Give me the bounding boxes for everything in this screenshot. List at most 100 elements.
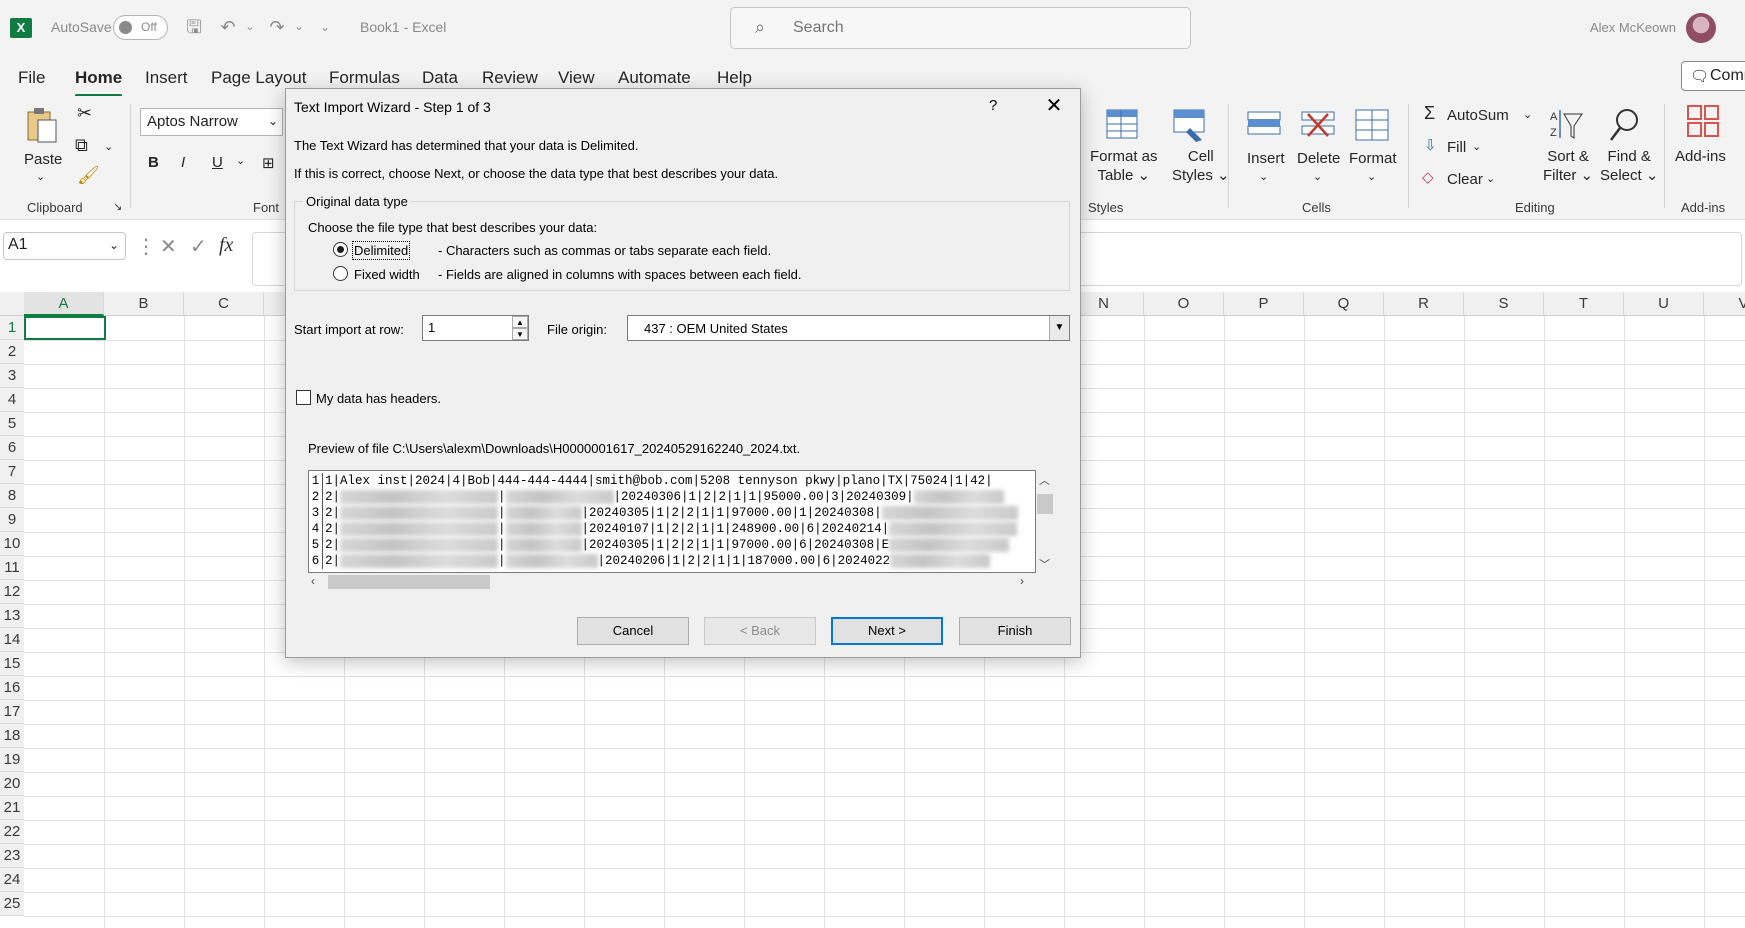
chevron-right-icon[interactable]: › — [1020, 574, 1024, 588]
column-header-v[interactable]: V — [1704, 292, 1745, 316]
format-dropdown-icon[interactable]: ⌄ — [1367, 168, 1376, 187]
scrollbar-thumb[interactable] — [1037, 494, 1053, 514]
bold-button[interactable]: B — [148, 154, 159, 171]
eraser-icon[interactable]: ◇ — [1422, 168, 1434, 187]
row-header-21[interactable]: 21 — [0, 796, 24, 820]
column-header-u[interactable]: U — [1624, 292, 1704, 316]
spin-down-icon[interactable]: ▼ — [512, 328, 528, 340]
add-ins-icon[interactable] — [1686, 104, 1722, 142]
italic-button[interactable]: I — [181, 154, 185, 171]
underline-button[interactable]: U — [212, 154, 223, 171]
row-header-15[interactable]: 15 — [0, 652, 24, 676]
confirm-entry-icon[interactable]: ✓ — [190, 234, 207, 259]
tab-help[interactable]: Help — [717, 68, 752, 88]
clear-dropdown-icon[interactable]: ⌄ — [1486, 170, 1495, 189]
tab-home[interactable]: Home — [75, 68, 123, 97]
cancel-button[interactable]: Cancel — [577, 617, 689, 645]
tab-automate[interactable]: Automate — [618, 68, 691, 88]
row-header-10[interactable]: 10 — [0, 532, 24, 556]
scrollbar-thumb[interactable] — [328, 575, 490, 589]
row-header-20[interactable]: 20 — [0, 772, 24, 796]
fixed-width-label[interactable]: Fixed width — [354, 267, 420, 282]
search-input[interactable] — [793, 16, 1153, 40]
row-header-14[interactable]: 14 — [0, 628, 24, 652]
column-header-p[interactable]: P — [1224, 292, 1304, 316]
close-icon[interactable]: ✕ — [1039, 93, 1069, 119]
fill-icon[interactable]: ⇩ — [1424, 136, 1437, 155]
row-header-3[interactable]: 3 — [0, 364, 24, 388]
autosum-dropdown-icon[interactable]: ⌄ — [1523, 106, 1532, 125]
row-header-24[interactable]: 24 — [0, 868, 24, 892]
name-box[interactable]: A1 ⌄ — [3, 232, 126, 260]
sort-filter-icon[interactable]: A Z — [1548, 106, 1584, 144]
preview-horizontal-scrollbar[interactable]: ‹ › — [308, 573, 1036, 591]
delimited-radio[interactable] — [333, 242, 348, 257]
copy-icon[interactable]: ⧉ — [75, 136, 88, 155]
column-header-o[interactable]: O — [1144, 292, 1224, 316]
row-header-8[interactable]: 8 — [0, 484, 24, 508]
fixed-width-radio[interactable] — [333, 266, 348, 281]
save-icon[interactable]: 🖫 — [181, 14, 207, 40]
format-painter-icon[interactable]: 🖌 — [77, 166, 100, 185]
active-cell-a1[interactable] — [24, 316, 106, 340]
comments-button[interactable]: 🗨 Comments — [1681, 61, 1745, 91]
row-header-4[interactable]: 4 — [0, 388, 24, 412]
tab-view[interactable]: View — [558, 68, 595, 88]
row-header-25[interactable]: 25 — [0, 892, 24, 916]
row-header-18[interactable]: 18 — [0, 724, 24, 748]
avatar[interactable] — [1686, 13, 1716, 43]
cell-styles-icon[interactable] — [1172, 106, 1208, 144]
row-header-9[interactable]: 9 — [0, 508, 24, 532]
row-header-22[interactable]: 22 — [0, 820, 24, 844]
redo-dropdown-icon[interactable]: ⌄ — [286, 14, 312, 40]
autosave-toggle[interactable]: Off — [113, 15, 168, 40]
tab-page-layout[interactable]: Page Layout — [211, 68, 306, 88]
column-header-b[interactable]: B — [104, 292, 184, 316]
column-header-a[interactable]: A — [24, 292, 104, 316]
cancel-entry-icon[interactable]: ✕ — [160, 234, 177, 259]
fill-label[interactable]: Fill — [1447, 138, 1466, 157]
row-header-6[interactable]: 6 — [0, 436, 24, 460]
tab-review[interactable]: Review — [482, 68, 538, 88]
tab-data[interactable]: Data — [422, 68, 458, 88]
column-header-s[interactable]: S — [1464, 292, 1544, 316]
find-select-icon[interactable] — [1607, 106, 1643, 144]
row-header-7[interactable]: 7 — [0, 460, 24, 484]
font-name-combo[interactable]: Aptos Narrow ⌄ — [140, 108, 283, 136]
row-header-16[interactable]: 16 — [0, 676, 24, 700]
next-button[interactable]: Next > — [831, 617, 943, 645]
copy-dropdown-icon[interactable]: ⌄ — [104, 138, 113, 157]
customize-toolbar-icon[interactable]: ⌄ — [312, 14, 338, 40]
spin-up-icon[interactable]: ▲ — [512, 316, 528, 328]
row-header-1[interactable]: 1 — [0, 316, 24, 340]
clear-label[interactable]: Clear — [1447, 170, 1483, 189]
tab-file[interactable]: File — [18, 68, 45, 88]
delete-dropdown-icon[interactable]: ⌄ — [1313, 168, 1322, 187]
autosum-icon[interactable]: Σ — [1424, 104, 1435, 123]
format-as-table-icon[interactable] — [1105, 106, 1141, 144]
cut-icon[interactable]: ✂ — [77, 104, 92, 123]
row-header-13[interactable]: 13 — [0, 604, 24, 628]
search-box[interactable]: ⌕ — [730, 7, 1191, 49]
start-row-spinner[interactable]: ▲ ▼ — [512, 316, 528, 340]
insert-dropdown-icon[interactable]: ⌄ — [1259, 168, 1268, 187]
chevron-down-icon[interactable]: ▼ — [1049, 316, 1069, 340]
column-header-q[interactable]: Q — [1304, 292, 1384, 316]
chevron-down-icon[interactable]: ﹀ — [1039, 556, 1050, 572]
row-header-11[interactable]: 11 — [0, 556, 24, 580]
borders-icon[interactable]: ⊞ — [262, 154, 275, 172]
autosum-label[interactable]: AutoSum — [1447, 106, 1509, 125]
format-cells-icon[interactable] — [1354, 106, 1390, 144]
insert-function-icon[interactable]: fx — [219, 234, 233, 257]
paste-dropdown-icon[interactable]: ⌄ — [36, 168, 45, 187]
row-header-5[interactable]: 5 — [0, 412, 24, 436]
chevron-left-icon[interactable]: ‹ — [311, 574, 315, 588]
tab-insert[interactable]: Insert — [145, 68, 188, 88]
headers-checkbox[interactable] — [296, 390, 311, 405]
row-header-19[interactable]: 19 — [0, 748, 24, 772]
column-header-t[interactable]: T — [1544, 292, 1624, 316]
insert-cells-icon[interactable] — [1246, 106, 1282, 144]
preview-vertical-scrollbar[interactable]: ︿ ﹀ — [1036, 470, 1054, 573]
clipboard-launcher-icon[interactable]: ↘ — [113, 200, 122, 213]
undo-dropdown-icon[interactable]: ⌄ — [237, 14, 263, 40]
